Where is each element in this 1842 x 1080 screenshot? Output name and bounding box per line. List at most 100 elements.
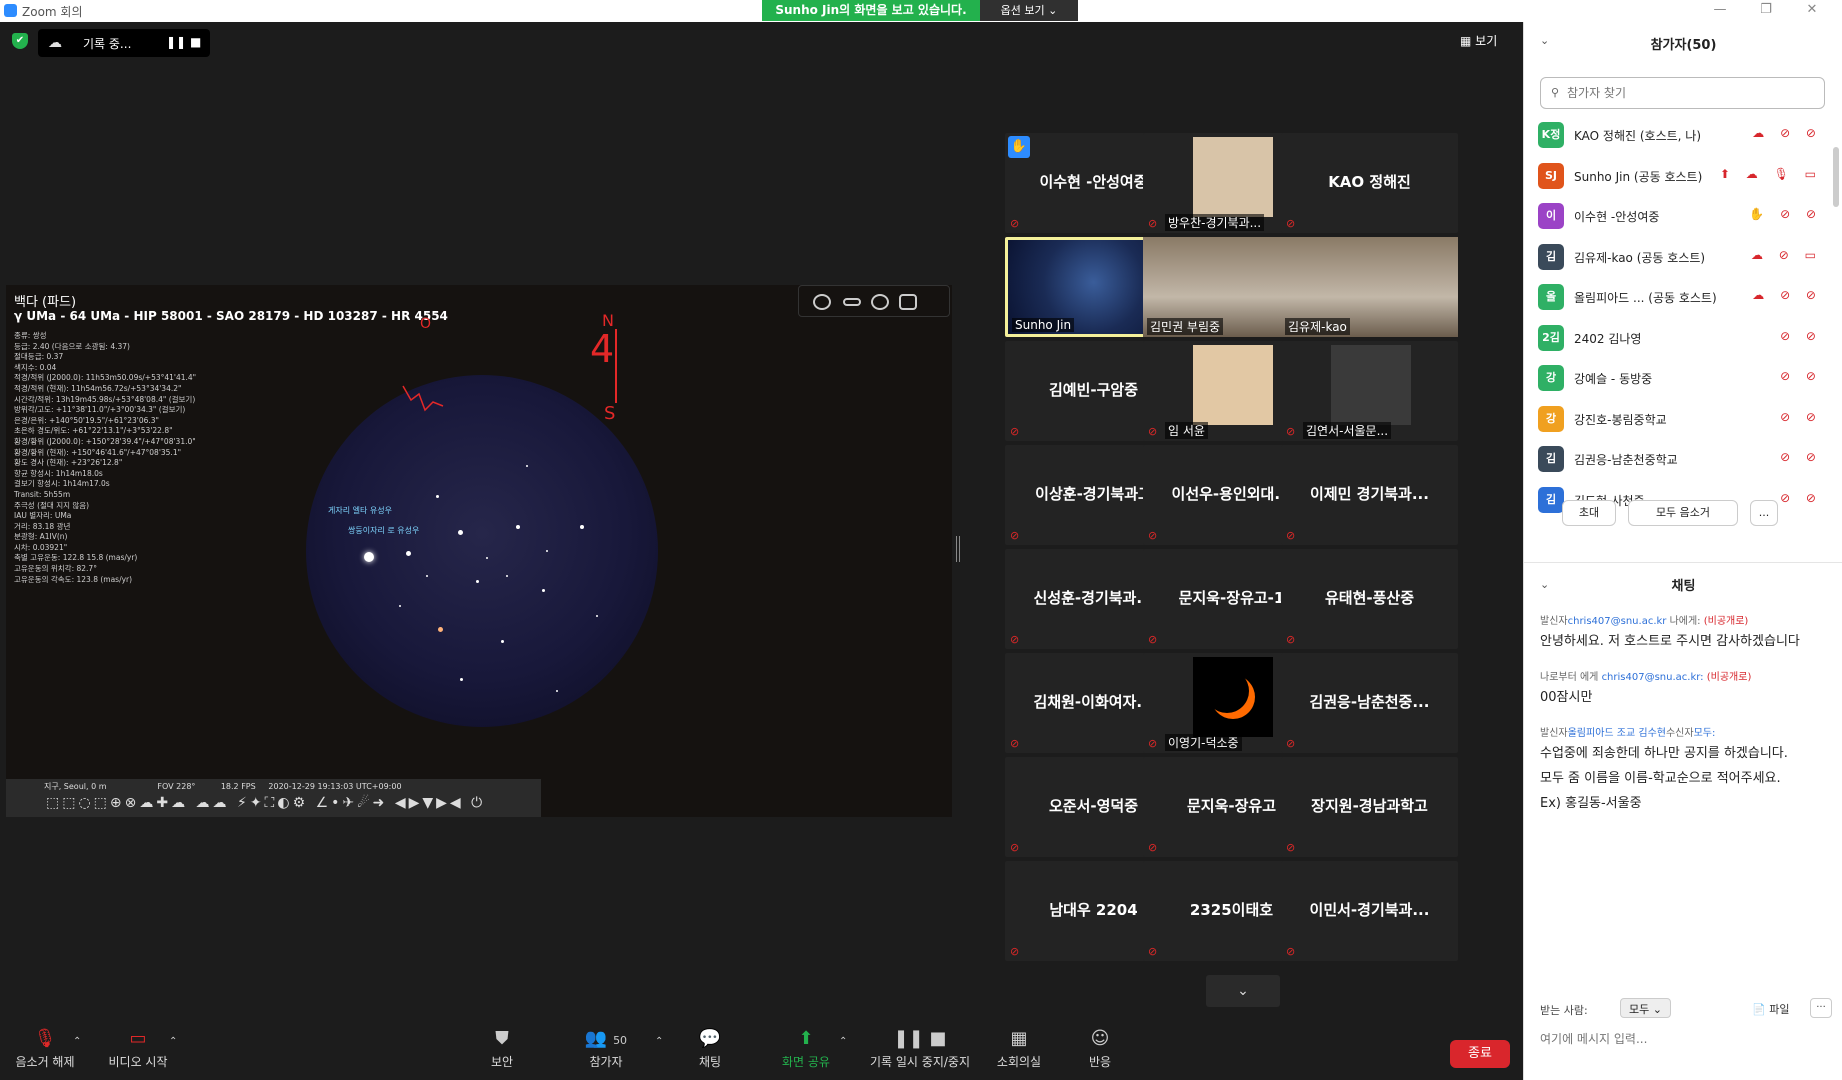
share-screen-button[interactable]: ⬆ 화면 공유 xyxy=(756,1028,856,1070)
chat-sender[interactable]: chris407@snu.ac.kr xyxy=(1568,616,1667,627)
participant-row[interactable]: 김 김유제-kao (공동 호스트) ☁ ⊘ ▭ xyxy=(1538,237,1828,277)
participant-status-icons[interactable]: ☁ ⊘ ⊘ xyxy=(1752,288,1822,302)
window-icon[interactable] xyxy=(843,298,861,306)
share-label: 화면 공유 xyxy=(782,1055,830,1069)
star xyxy=(436,495,439,498)
chat-button[interactable]: 💬 채팅 xyxy=(660,1028,760,1070)
participant-row[interactable]: 김 김권응-남춘천중학교 ⊘ ⊘ xyxy=(1538,439,1828,479)
video-tile[interactable]: 이민서-경기북과... ⊘ xyxy=(1281,861,1458,961)
video-tile[interactable]: 유태현-풍산중 ⊘ xyxy=(1281,549,1458,649)
meta-prefix: 나로부터 에게 xyxy=(1540,672,1602,683)
stellarium-window-tools xyxy=(798,285,950,317)
sky-dome[interactable]: 게자리 엘타 유성우 쌍둥이자리 로 유성우 xyxy=(306,375,658,727)
annotation-o: O xyxy=(420,316,432,332)
participants-icon: 👥 50 xyxy=(584,1028,628,1049)
participant-status-icons[interactable]: ⊘ ⊘ xyxy=(1780,369,1822,383)
muted-mic-icon: ⊘ xyxy=(1286,841,1296,854)
participant-status-icons[interactable]: ⊘ ⊘ xyxy=(1780,450,1822,464)
security-shield-icon[interactable]: ✔ xyxy=(12,33,28,49)
video-tile[interactable]: 김권응-남춘천중... ⊘ xyxy=(1281,653,1458,753)
view-layout-button[interactable]: ▦ 보기 xyxy=(1460,32,1497,49)
object-info-line: 걸보기 항성시: 1h14m17.0s xyxy=(14,479,110,489)
participant-status-icons[interactable]: ☁ ⊘ ⊘ xyxy=(1752,126,1822,140)
recipient-select[interactable]: 모두 ⌄ xyxy=(1620,998,1671,1018)
more-options-button[interactable]: ... xyxy=(1750,500,1778,526)
chat-more-button[interactable]: ··· xyxy=(1810,998,1832,1018)
participant-status-icons[interactable]: ⊘ ⊘ xyxy=(1780,329,1822,343)
star xyxy=(476,580,479,583)
participant-name: 강예슬 - 동방중 xyxy=(1574,372,1653,386)
chat-message-input[interactable] xyxy=(1540,1024,1830,1054)
participant-list-scrollbar[interactable] xyxy=(1833,147,1839,207)
reactions-button[interactable]: ☺ 반응 xyxy=(1050,1028,1150,1070)
muted-mic-icon: ⊘ xyxy=(1010,945,1020,958)
split-divider-handle[interactable] xyxy=(956,536,960,562)
minimize-button[interactable]: — xyxy=(1697,2,1743,20)
record-pause-stop-button[interactable]: ❚❚ ■ 기록 일시 중지/중지 xyxy=(862,1028,978,1070)
participant-row[interactable]: 강 강진호-봉림중학교 ⊘ ⊘ xyxy=(1538,399,1828,439)
participant-name: 김유제-kao (공동 호스트) xyxy=(1574,250,1706,265)
participant-list[interactable]: K정 KAO 정해진 (호스트, 나) ☁ ⊘ ⊘ SJ Sunho Jin (공동 호… xyxy=(1538,115,1828,515)
view-options-button[interactable]: 옵션 보기 ⌄ xyxy=(980,0,1078,21)
participant-row[interactable]: 2김 2402 김나영 ⊘ ⊘ xyxy=(1538,318,1828,358)
fullscreen-icon[interactable] xyxy=(813,294,831,310)
participant-row[interactable]: K정 KAO 정해진 (호스트, 나) ☁ ⊘ ⊘ xyxy=(1538,115,1828,155)
mute-all-button[interactable]: 모두 음소거 xyxy=(1628,500,1738,526)
participant-name: 유태현-풍산중 xyxy=(1324,589,1415,607)
object-info-line: 주극성 (절대 지지 않음) xyxy=(14,500,90,510)
video-options-caret[interactable]: ⌃ xyxy=(169,1036,177,1047)
target-icon[interactable] xyxy=(871,294,889,310)
avatar: 2김 xyxy=(1538,324,1564,351)
gallery-next-page-button[interactable]: ⌄ xyxy=(1206,975,1280,1007)
config-icon[interactable] xyxy=(899,294,917,310)
participant-status-icons[interactable]: ⊘ ⊘ xyxy=(1780,410,1822,424)
muted-mic-icon: ⊘ xyxy=(1286,945,1296,958)
object-identifiers: γ UMa - 64 UMa - HIP 58001 - SAO 28179 -… xyxy=(14,309,448,323)
object-info-line: 초은하 경도/위도: +61°22'13.1"/+3°53'22.8" xyxy=(14,426,173,436)
video-tile[interactable]: KAO 정해진 ⊘ xyxy=(1281,133,1458,233)
participant-row[interactable]: 이 이수현 -안성여중 ✋ ⊘ ⊘ xyxy=(1538,196,1828,236)
participant-status-icons[interactable]: ✋ ⊘ ⊘ xyxy=(1749,207,1822,221)
participant-search[interactable]: ⚲ xyxy=(1540,77,1825,109)
reactions-label: 반응 xyxy=(1088,1055,1112,1069)
muted-mic-icon: ⊘ xyxy=(1286,633,1296,646)
start-video-button[interactable]: ▭ 비디오 시작 xyxy=(88,1028,188,1070)
audio-options-caret[interactable]: ⌃ xyxy=(73,1036,81,1047)
chat-bubble-icon: 💬 xyxy=(698,1028,722,1049)
title-bar: Zoom 회의 Sunho Jin의 화면을 보고 있습니다. 옵션 보기 ⌄ … xyxy=(0,0,1842,22)
participant-row[interactable]: 올 올림피아드 ... (공동 호스트) ☁ ⊘ ⊘ xyxy=(1538,277,1828,317)
participant-search-input[interactable] xyxy=(1567,84,1817,102)
video-tile[interactable]: 장지원-경남과학고 ⊘ xyxy=(1281,757,1458,857)
side-panel: ⌄ 참가자(50) ⚲ K정KAO 정해진 (호스트, 나)☁ ⊘ ⊘SJSun… xyxy=(1523,22,1842,1080)
restore-button[interactable]: ❐ xyxy=(1743,2,1789,20)
end-meeting-button[interactable]: 종료 xyxy=(1450,1040,1510,1068)
chat-sender[interactable]: chris407@snu.ac.kr: xyxy=(1602,672,1704,683)
security-button[interactable]: ⛊ 보안 xyxy=(452,1028,552,1070)
shared-screen[interactable]: 백다 (파드) γ UMa - 64 UMa - HIP 58001 - SAO… xyxy=(6,285,952,817)
muted-mic-icon: ⊘ xyxy=(1148,217,1158,230)
participant-row[interactable]: 강 강예슬 - 동방중 ⊘ ⊘ xyxy=(1538,358,1828,398)
participants-button[interactable]: 👥 50 참가자 xyxy=(556,1028,656,1070)
file-button[interactable]: 📄 파일 xyxy=(1752,1001,1789,1017)
muted-mic-icon: ⊘ xyxy=(1010,529,1020,542)
video-tile[interactable]: 김유제-kao xyxy=(1281,237,1458,337)
stop-recording-button[interactable]: ■ xyxy=(190,35,201,49)
muted-mic-icon: ⊘ xyxy=(1286,529,1296,542)
invite-button[interactable]: 초대 xyxy=(1562,500,1616,526)
unmute-button[interactable]: 🎙 음소거 해제 xyxy=(0,1028,95,1070)
chat-sender[interactable]: 올림피아드 조교 김수현 xyxy=(1568,728,1666,739)
participant-row[interactable]: SJ Sunho Jin (공동 호스트) ⬆ ☁ 🎙 ▭ xyxy=(1538,156,1828,196)
video-tile[interactable]: ⊘ 김연서-서울문... xyxy=(1281,341,1458,441)
stellarium-bottom-bar: 지구, Seoul, 0 m FOV 228° 18.2 FPS 2020-12… xyxy=(6,779,541,817)
stellarium-toolbar-icons[interactable]: ⬚⬚◌⬚⊕⊗☁✚☁ ☁☁ ⚡✦⛶◐⚙ ∠•✈☄➜ ◀▶▼▶◀ ⏻ xyxy=(46,795,485,811)
share-options-caret[interactable]: ⌃ xyxy=(839,1036,847,1047)
pause-recording-button[interactable]: ❚❚ xyxy=(166,35,186,49)
video-tile[interactable]: 이제민 경기북과... ⊘ xyxy=(1281,445,1458,545)
participant-status-icons[interactable]: ⬆ ☁ 🎙 ▭ xyxy=(1720,167,1822,181)
object-info-line: 황도 경사 (현재): +23°26'12.8" xyxy=(14,458,123,468)
participant-name: 올림피아드 ... (공동 호스트) xyxy=(1574,291,1717,305)
close-button[interactable]: ✕ xyxy=(1789,2,1835,20)
participant-status-icons[interactable]: ☁ ⊘ ▭ xyxy=(1751,248,1822,262)
meta-prefix: 발신자 xyxy=(1540,728,1568,739)
star xyxy=(486,557,488,559)
